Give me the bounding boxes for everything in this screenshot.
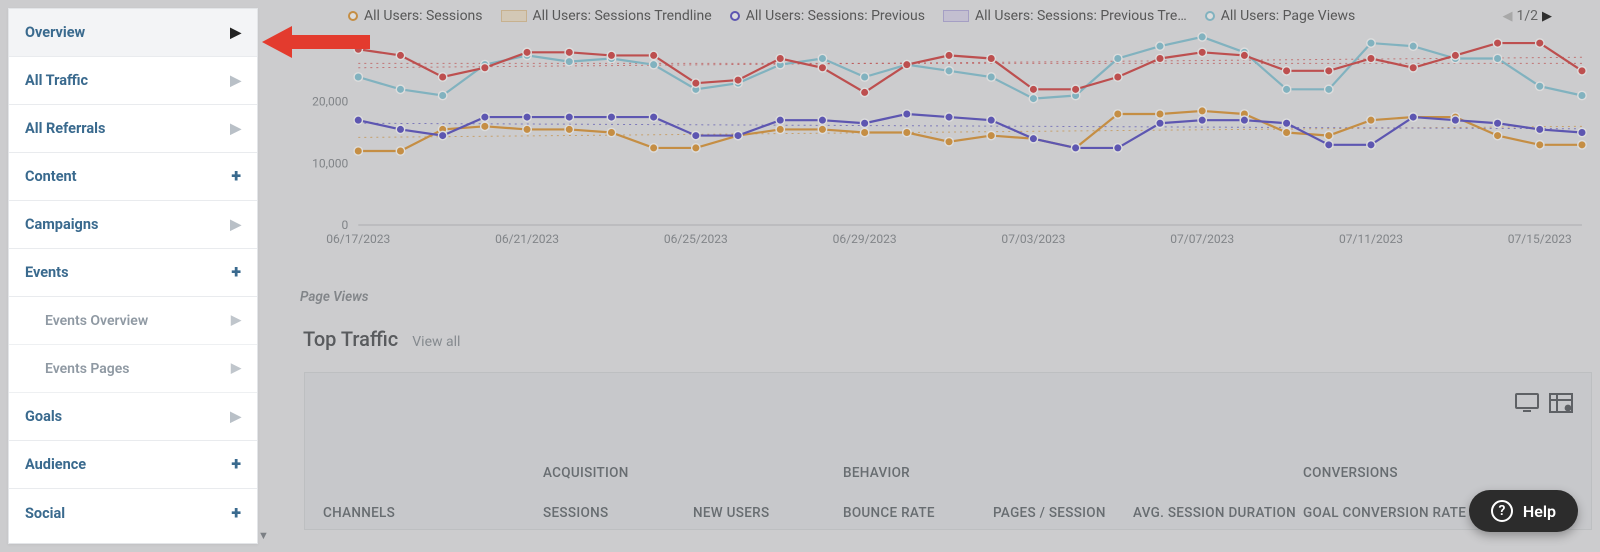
sidebar-subitem-events-pages[interactable]: Events Pages ▶ (9, 345, 257, 393)
sessions-chart[interactable]: 010,00020,00030,00006/17/202306/21/20230… (268, 30, 1592, 255)
svg-text:0: 0 (341, 218, 348, 232)
col-sessions[interactable]: SESSIONS (543, 505, 693, 521)
chart-legend: All Users: Sessions All Users: Sessions … (348, 8, 1552, 24)
plus-icon: + (231, 262, 241, 283)
sidebar-item-audience[interactable]: Audience + (9, 441, 257, 489)
col-pps[interactable]: PAGES / SESSION (993, 505, 1133, 521)
col-new-users[interactable]: NEW USERS (693, 505, 843, 521)
table-toolbar (305, 373, 1591, 433)
legend-item[interactable]: All Users: Sessions: Previous Tre… (943, 8, 1187, 24)
svg-text:06/17/2023: 06/17/2023 (326, 232, 390, 246)
legend-marker-icon (943, 10, 969, 22)
legend-next-icon[interactable]: ▶ (1542, 9, 1552, 24)
sidebar-nav: Overview ▶ All Traffic ▶ All Referrals ▶… (8, 8, 258, 544)
svg-text:10,000: 10,000 (312, 156, 348, 170)
sidebar-item-label: Social (25, 505, 65, 522)
sidebar-item-all-referrals[interactable]: All Referrals ▶ (9, 105, 257, 153)
plus-icon: + (231, 454, 241, 475)
sidebar-scrollbar[interactable] (257, 9, 258, 399)
legend-marker-icon (730, 11, 740, 21)
help-label: Help (1523, 502, 1556, 521)
table-settings-icon[interactable] (1549, 393, 1573, 413)
legend-page: 1/2 (1516, 8, 1538, 24)
legend-item[interactable]: All Users: Page Views (1205, 8, 1356, 24)
sidebar-item-label: Content (25, 168, 77, 185)
help-icon: ? (1491, 500, 1513, 522)
plus-icon: + (231, 503, 241, 524)
col-asd[interactable]: AVG. SESSION DURATION (1133, 505, 1303, 521)
view-all-link[interactable]: View all (412, 334, 460, 350)
section-label: Page Views (300, 289, 369, 305)
svg-text:06/25/2023: 06/25/2023 (664, 232, 728, 246)
legend-marker-icon (1205, 11, 1215, 21)
col-channels[interactable]: CHANNELS (323, 505, 543, 521)
legend-prev-icon[interactable]: ◀ (1502, 9, 1512, 24)
sidebar-subitem-label: Events Overview (45, 313, 148, 329)
legend-label: All Users: Sessions (364, 8, 483, 24)
svg-text:06/21/2023: 06/21/2023 (495, 232, 559, 246)
sidebar-item-goals[interactable]: Goals ▶ (9, 393, 257, 441)
caret-right-icon: ▶ (230, 409, 241, 425)
table-headers: CHANNELS ACQUISITION SESSIONS NEW USERS B… (305, 433, 1591, 521)
sidebar-subitem-events-overview[interactable]: Events Overview ▶ (9, 297, 257, 345)
caret-right-icon: ▶ (231, 361, 241, 376)
help-button[interactable]: ? Help (1469, 490, 1578, 532)
svg-text:07/11/2023: 07/11/2023 (1339, 232, 1403, 246)
group-conversions: CONVERSIONS (1303, 465, 1503, 495)
caret-right-icon: ▶ (230, 25, 241, 41)
svg-text:20,000: 20,000 (312, 95, 348, 109)
sidebar-subitem-label: Events Pages (45, 361, 130, 377)
group-behavior: BEHAVIOR (843, 465, 993, 495)
sidebar-item-label: All Traffic (25, 72, 88, 89)
group-acquisition: ACQUISITION (543, 465, 693, 495)
caret-right-icon: ▶ (231, 313, 241, 328)
desktop-icon[interactable] (1515, 393, 1539, 413)
traffic-table: CHANNELS ACQUISITION SESSIONS NEW USERS B… (304, 372, 1592, 530)
sidebar-item-label: Audience (25, 456, 86, 473)
col-bounce[interactable]: BOUNCE RATE (843, 505, 993, 521)
caret-right-icon: ▶ (230, 73, 241, 89)
sidebar-item-campaigns[interactable]: Campaigns ▶ (9, 201, 257, 249)
top-traffic-title: Top Traffic (303, 327, 398, 351)
legend-label: All Users: Sessions Trendline (533, 8, 712, 24)
dropdown-caret-icon[interactable]: ▼ (258, 529, 269, 542)
sidebar-item-content[interactable]: Content + (9, 153, 257, 201)
caret-right-icon: ▶ (230, 121, 241, 137)
sidebar-item-label: Campaigns (25, 216, 98, 233)
legend-label: All Users: Sessions: Previous (746, 8, 925, 24)
legend-pager: ◀ 1/2 ▶ (1502, 8, 1552, 24)
svg-text:07/15/2023: 07/15/2023 (1508, 232, 1572, 246)
sidebar-item-label: Events (25, 264, 69, 281)
legend-item[interactable]: All Users: Sessions: Previous (730, 8, 925, 24)
sidebar-item-events[interactable]: Events + (9, 249, 257, 297)
sidebar-item-social[interactable]: Social + (9, 489, 257, 537)
sidebar-item-label: Goals (25, 408, 62, 425)
svg-text:06/29/2023: 06/29/2023 (833, 232, 897, 246)
top-traffic-header: Top Traffic View all (303, 327, 460, 351)
legend-marker-icon (348, 11, 358, 21)
sidebar-item-all-traffic[interactable]: All Traffic ▶ (9, 57, 257, 105)
annotation-arrow-icon (262, 22, 372, 62)
sidebar-item-label: Overview (25, 24, 85, 41)
main-content: All Users: Sessions All Users: Sessions … (268, 0, 1592, 544)
legend-label: All Users: Sessions: Previous Tre… (975, 8, 1187, 24)
legend-label: All Users: Page Views (1221, 8, 1356, 24)
plus-icon: + (231, 166, 241, 187)
sidebar-item-overview[interactable]: Overview ▶ (9, 9, 257, 57)
caret-right-icon: ▶ (230, 217, 241, 233)
legend-marker-icon (501, 10, 527, 22)
svg-text:07/03/2023: 07/03/2023 (1001, 232, 1065, 246)
legend-item[interactable]: All Users: Sessions Trendline (501, 8, 712, 24)
svg-text:07/07/2023: 07/07/2023 (1170, 232, 1234, 246)
sidebar-item-label: All Referrals (25, 120, 105, 137)
